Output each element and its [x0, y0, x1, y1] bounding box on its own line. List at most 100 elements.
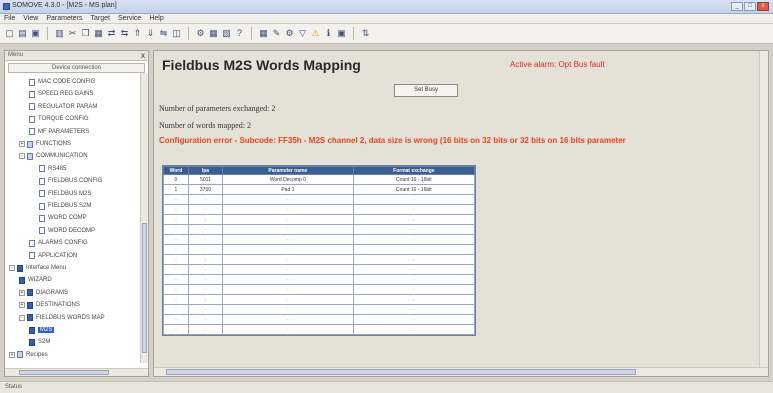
- table-cell[interactable]: -: [187, 324, 224, 335]
- collapse-icon[interactable]: -: [19, 314, 25, 321]
- close-button[interactable]: x: [757, 2, 769, 11]
- table-cell[interactable]: -: [352, 234, 476, 245]
- tree-item[interactable]: + DIAGRAMS: [19, 288, 68, 298]
- table-cell[interactable]: -: [222, 204, 354, 215]
- col-parameter-name[interactable]: Parameter name: [222, 166, 354, 175]
- upload-icon[interactable]: ⇑: [132, 28, 143, 39]
- menu-parameters[interactable]: Parameters: [46, 14, 82, 23]
- tree-item[interactable]: WORD DECOMP: [39, 226, 95, 236]
- table-cell[interactable]: Pad 1: [222, 184, 354, 195]
- menu-target[interactable]: Target: [91, 14, 110, 23]
- table-row[interactable]: ----: [163, 254, 476, 265]
- table-cell[interactable]: -: [222, 224, 354, 235]
- table-cell[interactable]: 0: [163, 174, 189, 185]
- horizontal-scrollbar[interactable]: [5, 368, 148, 376]
- table-row[interactable]: ----: [163, 274, 476, 285]
- table-cell[interactable]: -: [187, 204, 224, 215]
- tree-item[interactable]: WIZARD: [19, 275, 52, 285]
- help-icon[interactable]: ?: [234, 28, 245, 39]
- table-cell[interactable]: -: [163, 224, 189, 235]
- table-cell[interactable]: -: [352, 304, 476, 315]
- set-busy-button[interactable]: Set Busy: [394, 84, 458, 97]
- menu-help[interactable]: Help: [149, 14, 163, 23]
- new-icon[interactable]: ▢: [4, 28, 15, 39]
- info-icon[interactable]: ℹ: [323, 28, 334, 39]
- table-cell[interactable]: -: [163, 304, 189, 315]
- cut-icon[interactable]: ✂: [67, 28, 78, 39]
- table-row[interactable]: ----: [163, 294, 476, 305]
- table-cell[interactable]: -: [187, 284, 224, 295]
- expand-icon[interactable]: +: [19, 141, 25, 147]
- table-row[interactable]: 0 5011 Word Decomp 0 Count 16 - 16bit: [163, 174, 476, 185]
- table-cell[interactable]: -: [187, 214, 224, 225]
- collapse-icon[interactable]: -: [19, 153, 25, 160]
- table-cell[interactable]: -: [352, 194, 476, 205]
- table-row[interactable]: ----: [163, 304, 476, 315]
- table-row[interactable]: ----: [163, 324, 476, 335]
- table-row[interactable]: ----: [163, 224, 476, 235]
- table-cell[interactable]: -: [222, 264, 354, 275]
- table-cell[interactable]: -: [222, 244, 354, 255]
- table-cell[interactable]: -: [352, 324, 476, 335]
- table-cell[interactable]: -: [163, 264, 189, 275]
- tree-item[interactable]: TORQUE CONFIG: [29, 114, 89, 124]
- table-row[interactable]: ----: [163, 264, 476, 275]
- grid-icon[interactable]: ▦: [258, 28, 269, 39]
- col-ipa[interactable]: Ipa: [187, 166, 224, 175]
- disconnect-icon[interactable]: ⇆: [119, 28, 130, 39]
- horizontal-scrollbar[interactable]: [154, 367, 768, 376]
- table-row[interactable]: ----: [163, 314, 476, 325]
- table-cell[interactable]: -: [163, 284, 189, 295]
- menu-view[interactable]: View: [23, 14, 38, 23]
- table-cell[interactable]: -: [187, 304, 224, 315]
- collapse-icon[interactable]: -: [9, 265, 15, 271]
- filter-icon[interactable]: ▽: [297, 28, 308, 39]
- table-cell[interactable]: 5011: [187, 174, 224, 185]
- monitor-icon[interactable]: ◫: [171, 28, 182, 39]
- vertical-scrollbar[interactable]: [759, 51, 768, 367]
- panel-close-button[interactable]: x: [141, 51, 145, 60]
- tree-item[interactable]: WORD COMP: [39, 213, 87, 223]
- table-cell[interactable]: -: [163, 314, 189, 325]
- table-cell[interactable]: -: [222, 284, 354, 295]
- table-cell[interactable]: -: [352, 294, 476, 305]
- table-row[interactable]: ----: [163, 214, 476, 225]
- maximize-button[interactable]: □: [744, 2, 756, 11]
- tree-item[interactable]: APPLICATION: [29, 251, 77, 261]
- table-cell[interactable]: -: [352, 314, 476, 325]
- table-cell[interactable]: -: [187, 244, 224, 255]
- table-cell[interactable]: -: [222, 214, 354, 225]
- col-format-exchange[interactable]: Format exchange: [352, 166, 476, 175]
- tree-item[interactable]: ALARMS CONFIG: [29, 238, 88, 248]
- table-cell[interactable]: -: [187, 234, 224, 245]
- table-cell[interactable]: 1: [163, 184, 189, 195]
- menu-service[interactable]: Service: [118, 14, 141, 23]
- tree-item[interactable]: RS485: [39, 164, 66, 174]
- tree-item[interactable]: REGULATOR PARAM: [29, 102, 97, 112]
- col-word[interactable]: Word: [163, 166, 189, 175]
- table-cell[interactable]: -: [352, 224, 476, 235]
- save-icon[interactable]: ▣: [30, 28, 41, 39]
- table-cell[interactable]: -: [222, 274, 354, 285]
- table-cell[interactable]: 3700: [187, 184, 224, 195]
- tree-item[interactable]: - Interface Menu: [9, 263, 66, 273]
- table-cell[interactable]: -: [352, 284, 476, 295]
- tree-item[interactable]: + FUNCTIONS: [19, 139, 71, 149]
- table-cell[interactable]: -: [163, 194, 189, 205]
- tree-item[interactable]: S2M: [29, 337, 50, 347]
- table-cell[interactable]: -: [222, 314, 354, 325]
- table-row[interactable]: ----: [163, 284, 476, 295]
- help-icon[interactable]: ⇅: [360, 28, 371, 39]
- table-cell[interactable]: -: [163, 204, 189, 215]
- table-cell[interactable]: -: [187, 274, 224, 285]
- table-cell[interactable]: -: [222, 234, 354, 245]
- table-cell[interactable]: Word Decomp 0: [222, 174, 354, 185]
- table-row[interactable]: ----: [163, 234, 476, 245]
- tree-item[interactable]: + DESTINATIONS: [19, 300, 80, 310]
- compare-icon[interactable]: ⇋: [158, 28, 169, 39]
- table-cell[interactable]: -: [163, 234, 189, 245]
- save-icon[interactable]: ▣: [336, 28, 347, 39]
- table-cell[interactable]: -: [187, 254, 224, 265]
- table-cell[interactable]: -: [163, 274, 189, 285]
- table-cell[interactable]: -: [352, 244, 476, 255]
